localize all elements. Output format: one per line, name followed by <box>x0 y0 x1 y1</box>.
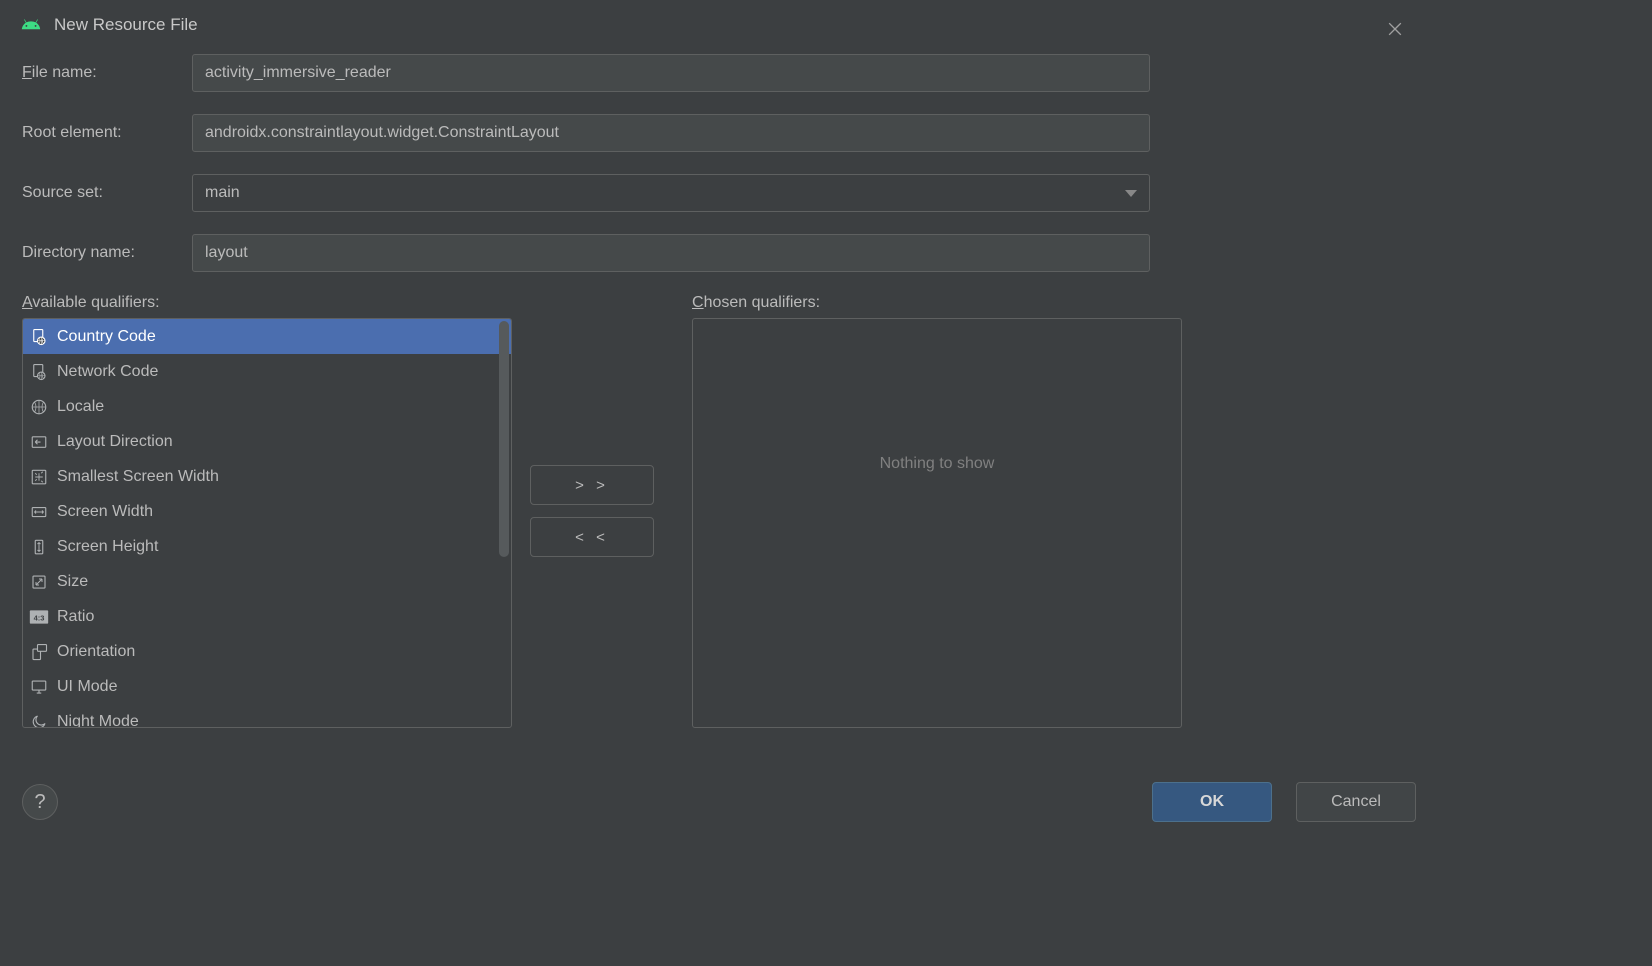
list-item[interactable]: Network Code <box>23 354 511 389</box>
available-qualifiers-list[interactable]: Country Code Network Code Locale Layout Dir… <box>22 318 512 728</box>
list-item[interactable]: Screen Width <box>23 494 511 529</box>
list-item[interactable]: Smallest Screen Width <box>23 459 511 494</box>
ratio-43-icon: 4:3 <box>29 607 49 627</box>
list-item[interactable]: 4:3 Ratio <box>23 599 511 634</box>
list-item-label: Orientation <box>57 643 135 661</box>
arrow-diag-icon <box>29 572 49 592</box>
chosen-qualifiers-list[interactable]: Nothing to show <box>692 318 1182 728</box>
form: File name: Root element: Source set: mai… <box>0 54 1438 272</box>
dialog-title: New Resource File <box>54 15 198 35</box>
file-name-input[interactable] <box>192 54 1150 92</box>
titlebar: New Resource File <box>0 0 1438 54</box>
source-set-row: Source set: main <box>22 174 1416 212</box>
chosen-qualifiers-label: Chosen qualifiers: <box>692 294 1182 312</box>
list-item-label: Locale <box>57 398 104 416</box>
list-item[interactable]: Country Code <box>23 319 511 354</box>
directory-name-label: Directory name: <box>22 244 192 262</box>
list-item[interactable]: Night Mode <box>23 704 511 728</box>
list-item-label: Layout Direction <box>57 433 173 451</box>
list-item-label: Smallest Screen Width <box>57 468 219 486</box>
list-item[interactable]: UI Mode <box>23 669 511 704</box>
help-button[interactable]: ? <box>22 784 58 820</box>
cancel-button[interactable]: Cancel <box>1296 782 1416 822</box>
list-item-label: Screen Height <box>57 538 158 556</box>
file-globe-icon <box>29 362 49 382</box>
add-qualifier-button[interactable]: > > <box>530 465 654 505</box>
scrollbar[interactable] <box>499 321 509 557</box>
source-set-value: main <box>205 184 240 202</box>
source-set-label: Source set: <box>22 184 192 202</box>
list-item[interactable]: Screen Height <box>23 529 511 564</box>
directory-name-row: Directory name: <box>22 234 1416 272</box>
list-item-label: Network Code <box>57 363 158 381</box>
close-button[interactable] <box>1382 16 1408 42</box>
close-icon <box>1385 19 1405 39</box>
new-resource-file-dialog: New Resource File File name: Root elemen… <box>0 0 1438 840</box>
list-item-label: Size <box>57 573 88 591</box>
list-item-label: UI Mode <box>57 678 117 696</box>
chosen-qualifiers-column: Chosen qualifiers: Nothing to show <box>692 294 1182 728</box>
nothing-to-show-text: Nothing to show <box>880 455 995 473</box>
root-element-label: Root element: <box>22 124 192 142</box>
source-set-select[interactable]: main <box>192 174 1150 212</box>
list-item[interactable]: Locale <box>23 389 511 424</box>
root-element-input[interactable] <box>192 114 1150 152</box>
file-name-label: File name: <box>22 64 192 82</box>
arrow-ud-icon <box>29 537 49 557</box>
orientation-icon <box>29 642 49 662</box>
arrow-left-box-icon <box>29 432 49 452</box>
remove-qualifier-button[interactable]: < < <box>530 517 654 557</box>
qualifiers-area: Available qualifiers: Country Code Networ… <box>0 294 1438 728</box>
file-globe-icon <box>29 327 49 347</box>
moon-icon <box>29 712 49 729</box>
help-icon: ? <box>34 791 45 814</box>
available-qualifiers-column: Available qualifiers: Country Code Networ… <box>22 294 512 728</box>
android-icon <box>20 14 42 36</box>
svg-text:4:3: 4:3 <box>34 613 45 622</box>
ok-button[interactable]: OK <box>1152 782 1272 822</box>
arrows-out-icon <box>29 467 49 487</box>
list-item[interactable]: Orientation <box>23 634 511 669</box>
directory-name-input[interactable] <box>192 234 1150 272</box>
list-item-label: Country Code <box>57 328 156 346</box>
transfer-buttons-column: > > < < <box>522 294 662 728</box>
root-element-row: Root element: <box>22 114 1416 152</box>
file-name-row: File name: <box>22 54 1416 92</box>
dialog-footer: ? OK Cancel <box>22 782 1416 822</box>
chevron-down-icon <box>1125 190 1137 197</box>
available-qualifiers-label: Available qualifiers: <box>22 294 512 312</box>
globe-icon <box>29 397 49 417</box>
arrow-lr-icon <box>29 502 49 522</box>
list-item[interactable]: Layout Direction <box>23 424 511 459</box>
list-item-label: Night Mode <box>57 713 139 729</box>
list-item-label: Ratio <box>57 608 94 626</box>
monitor-icon <box>29 677 49 697</box>
list-item-label: Screen Width <box>57 503 153 521</box>
list-item[interactable]: Size <box>23 564 511 599</box>
